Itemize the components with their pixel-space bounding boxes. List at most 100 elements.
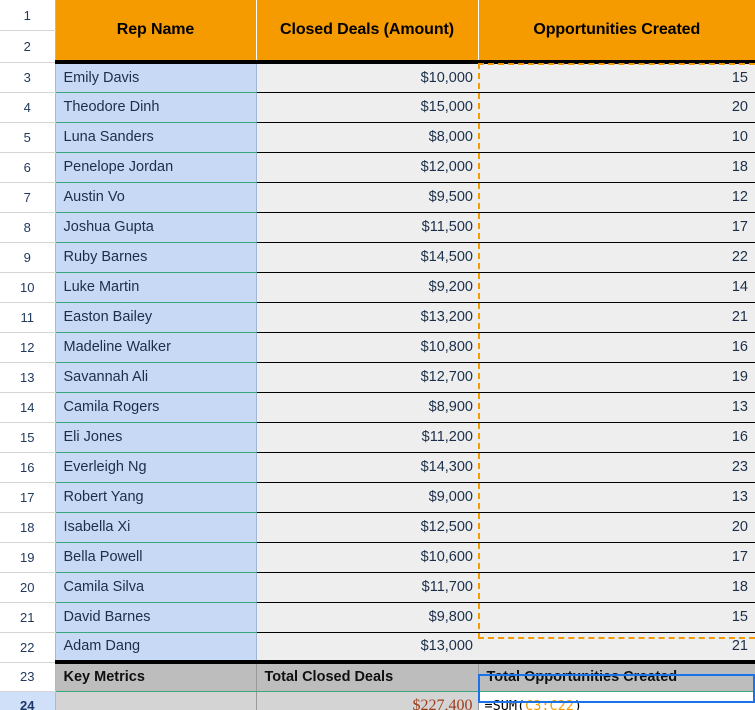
row-number-24[interactable]: 24: [0, 691, 56, 710]
cell-rep-name[interactable]: Easton Bailey: [55, 302, 257, 333]
cell-rep-name[interactable]: Eli Jones: [55, 422, 257, 453]
table-row: 19 Bella Powell $10,600 17: [0, 542, 755, 573]
cell-rep-name[interactable]: Luke Martin: [55, 272, 257, 303]
cell-opportunities[interactable]: 10: [478, 122, 755, 153]
cell-closed-deals[interactable]: $10,600: [256, 542, 478, 573]
cell-rep-name[interactable]: Adam Dang: [55, 632, 257, 663]
cell-closed-deals[interactable]: $11,700: [256, 572, 478, 603]
cell-opportunities[interactable]: 16: [478, 332, 755, 363]
row-number-19[interactable]: 19: [0, 542, 56, 573]
row-number-20[interactable]: 20: [0, 572, 56, 603]
row-number-3[interactable]: 3: [0, 62, 56, 93]
cell-closed-deals[interactable]: $15,000: [256, 92, 478, 123]
cell-closed-deals[interactable]: $10,800: [256, 332, 478, 363]
cell-closed-deals[interactable]: $10,000: [256, 60, 478, 93]
row-number-13[interactable]: 13: [0, 362, 56, 393]
row-number-14[interactable]: 14: [0, 392, 56, 423]
cell-opportunities[interactable]: 13: [478, 392, 755, 423]
cell-closed-deals[interactable]: $13,200: [256, 302, 478, 333]
cell-closed-deals[interactable]: $9,000: [256, 482, 478, 513]
cell-closed-deals[interactable]: $9,500: [256, 182, 478, 213]
row-number-11[interactable]: 11: [0, 302, 56, 333]
cell-rep-name[interactable]: Madeline Walker: [55, 332, 257, 363]
row-number-23[interactable]: 23: [0, 662, 56, 692]
cell-opportunities[interactable]: 15: [478, 60, 755, 93]
cell-rep-name[interactable]: Luna Sanders: [55, 122, 257, 153]
cell-opportunities[interactable]: 23: [478, 452, 755, 483]
table-row: 8 Joshua Gupta $11,500 17: [0, 212, 755, 243]
cell-closed-deals[interactable]: $8,900: [256, 392, 478, 423]
cell-opportunities[interactable]: 20: [478, 92, 755, 123]
row-number-9[interactable]: 9: [0, 242, 56, 273]
table-row: 3 Emily Davis $10,000 15: [0, 60, 755, 93]
cell-rep-name[interactable]: Savannah Ali: [55, 362, 257, 393]
cell-rep-name[interactable]: Everleigh Ng: [55, 452, 257, 483]
cell-opportunities[interactable]: 17: [478, 542, 755, 573]
row-number-16[interactable]: 16: [0, 452, 56, 483]
cell-closed-deals[interactable]: $13,000: [256, 632, 478, 663]
cell-total-closed-deals-value[interactable]: $227,400: [256, 691, 479, 710]
cell-rep-name[interactable]: Ruby Barnes: [55, 242, 257, 273]
cell-rep-name[interactable]: Isabella Xi: [55, 512, 257, 543]
row-number-7[interactable]: 7: [0, 182, 56, 213]
table-row: 11 Easton Bailey $13,200 21: [0, 302, 755, 333]
cell-opportunities[interactable]: 18: [478, 572, 755, 603]
cell-opportunities[interactable]: 21: [478, 632, 755, 663]
cell-closed-deals[interactable]: $8,000: [256, 122, 478, 153]
cell-opportunities[interactable]: 16: [478, 422, 755, 453]
cell-closed-deals[interactable]: $14,300: [256, 452, 478, 483]
row-number-10[interactable]: 10: [0, 272, 56, 303]
cell-closed-deals[interactable]: $9,800: [256, 602, 478, 633]
cell-closed-deals[interactable]: $12,000: [256, 152, 478, 183]
row-number-17[interactable]: 17: [0, 482, 56, 513]
cell-closed-deals[interactable]: $9,200: [256, 272, 478, 303]
cell-rep-name[interactable]: Camila Silva: [55, 572, 257, 603]
cell-rep-name[interactable]: Theodore Dinh: [55, 92, 257, 123]
cell-opportunities[interactable]: 19: [478, 362, 755, 393]
cell-opportunities[interactable]: 14: [478, 272, 755, 303]
cell-opportunities[interactable]: 17: [478, 212, 755, 243]
row-number-15[interactable]: 15: [0, 422, 56, 453]
row-number-22[interactable]: 22: [0, 632, 56, 663]
row-number-4[interactable]: 4: [0, 92, 56, 123]
row-number-12[interactable]: 12: [0, 332, 56, 363]
table-row: 13 Savannah Ali $12,700 19: [0, 362, 755, 393]
row-number-8[interactable]: 8: [0, 212, 56, 243]
row-number-6[interactable]: 6: [0, 152, 56, 183]
cell-closed-deals[interactable]: $12,700: [256, 362, 478, 393]
cell-opportunities[interactable]: 21: [478, 302, 755, 333]
row-number-5[interactable]: 5: [0, 122, 56, 153]
cell-rep-name[interactable]: David Barnes: [55, 602, 257, 633]
cell-key-metrics-label[interactable]: Key Metrics: [55, 660, 257, 692]
cell-rep-name[interactable]: Joshua Gupta: [55, 212, 257, 243]
column-header-opportunities[interactable]: Opportunities Created: [478, 0, 755, 62]
cell-opportunities[interactable]: 15: [478, 602, 755, 633]
row-number-2[interactable]: 2: [0, 30, 56, 63]
cell-closed-deals[interactable]: $12,500: [256, 512, 478, 543]
cell-rep-name[interactable]: Penelope Jordan: [55, 152, 257, 183]
cell-rep-name[interactable]: Austin Vo: [55, 182, 257, 213]
cell-key-metrics-value[interactable]: [55, 691, 257, 710]
cell-total-closed-deals-label[interactable]: Total Closed Deals: [256, 660, 479, 692]
spreadsheet-grid[interactable]: 1 Rep Name Closed Deals (Amount) Opportunit…: [0, 0, 755, 710]
cell-rep-name[interactable]: Robert Yang: [55, 482, 257, 513]
cell-opportunities[interactable]: 20: [478, 512, 755, 543]
header-row-1: 1 Rep Name Closed Deals (Amount) Opportunit…: [0, 0, 755, 62]
row-number-18[interactable]: 18: [0, 512, 56, 543]
cell-rep-name[interactable]: Camila Rogers: [55, 392, 257, 423]
cell-total-opportunities-label[interactable]: Total Opportunities Created: [478, 660, 755, 692]
cell-total-opportunities-formula[interactable]: =SUM(C3:C22): [478, 691, 755, 710]
cell-opportunities[interactable]: 13: [478, 482, 755, 513]
cell-closed-deals[interactable]: $11,200: [256, 422, 478, 453]
column-header-rep-name[interactable]: Rep Name: [55, 0, 257, 62]
cell-rep-name[interactable]: Bella Powell: [55, 542, 257, 573]
cell-opportunities[interactable]: 18: [478, 152, 755, 183]
cell-rep-name[interactable]: Emily Davis: [55, 60, 257, 93]
cell-opportunities[interactable]: 12: [478, 182, 755, 213]
cell-closed-deals[interactable]: $11,500: [256, 212, 478, 243]
row-number-1[interactable]: 1: [0, 0, 56, 31]
row-number-21[interactable]: 21: [0, 602, 56, 633]
cell-opportunities[interactable]: 22: [478, 242, 755, 273]
column-header-closed-deals[interactable]: Closed Deals (Amount): [256, 0, 479, 62]
cell-closed-deals[interactable]: $14,500: [256, 242, 478, 273]
